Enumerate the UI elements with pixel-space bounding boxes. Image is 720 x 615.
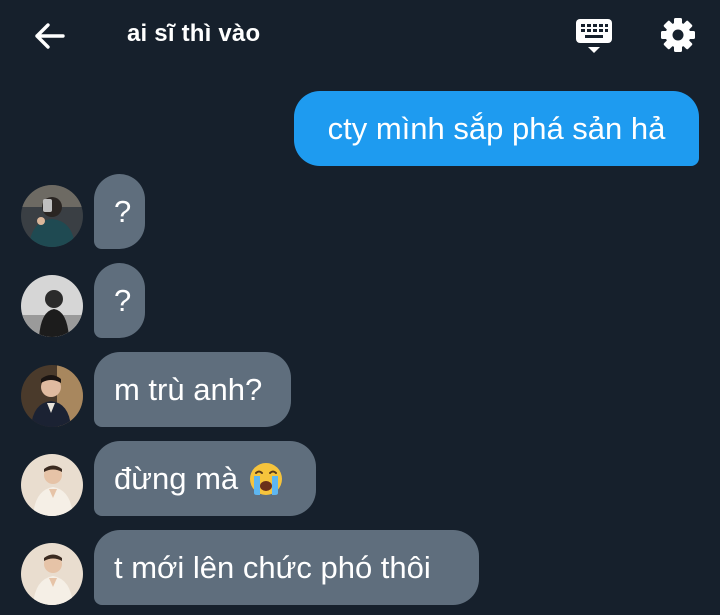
incoming-message-bubble[interactable]: ? [94,263,145,338]
keyboard-button[interactable] [572,14,616,58]
crying-face-emoji [250,462,283,495]
incoming-message-bubble[interactable]: m trù anh? [94,352,291,427]
chat-header: ai sĩ thì vào [0,0,720,72]
avatar[interactable] [21,185,83,247]
keyboard-icon [576,19,612,53]
gear-icon [661,18,695,52]
back-button[interactable] [30,18,70,54]
avatar[interactable] [21,275,83,337]
message-text: đừng mà [114,460,239,496]
incoming-message-bubble[interactable]: đừng mà [94,441,316,516]
settings-button[interactable] [656,14,700,58]
arrow-left-icon [35,23,65,49]
avatar[interactable] [21,365,83,427]
outgoing-message-bubble[interactable]: cty mình sắp phá sản hả [294,91,699,166]
avatar[interactable] [21,454,83,516]
chat-title: ai sĩ thì vào [127,20,261,47]
avatar[interactable] [21,543,83,605]
incoming-message-bubble[interactable]: t mới lên chức phó thôi [94,530,479,605]
incoming-message-bubble[interactable]: ? [94,174,145,249]
